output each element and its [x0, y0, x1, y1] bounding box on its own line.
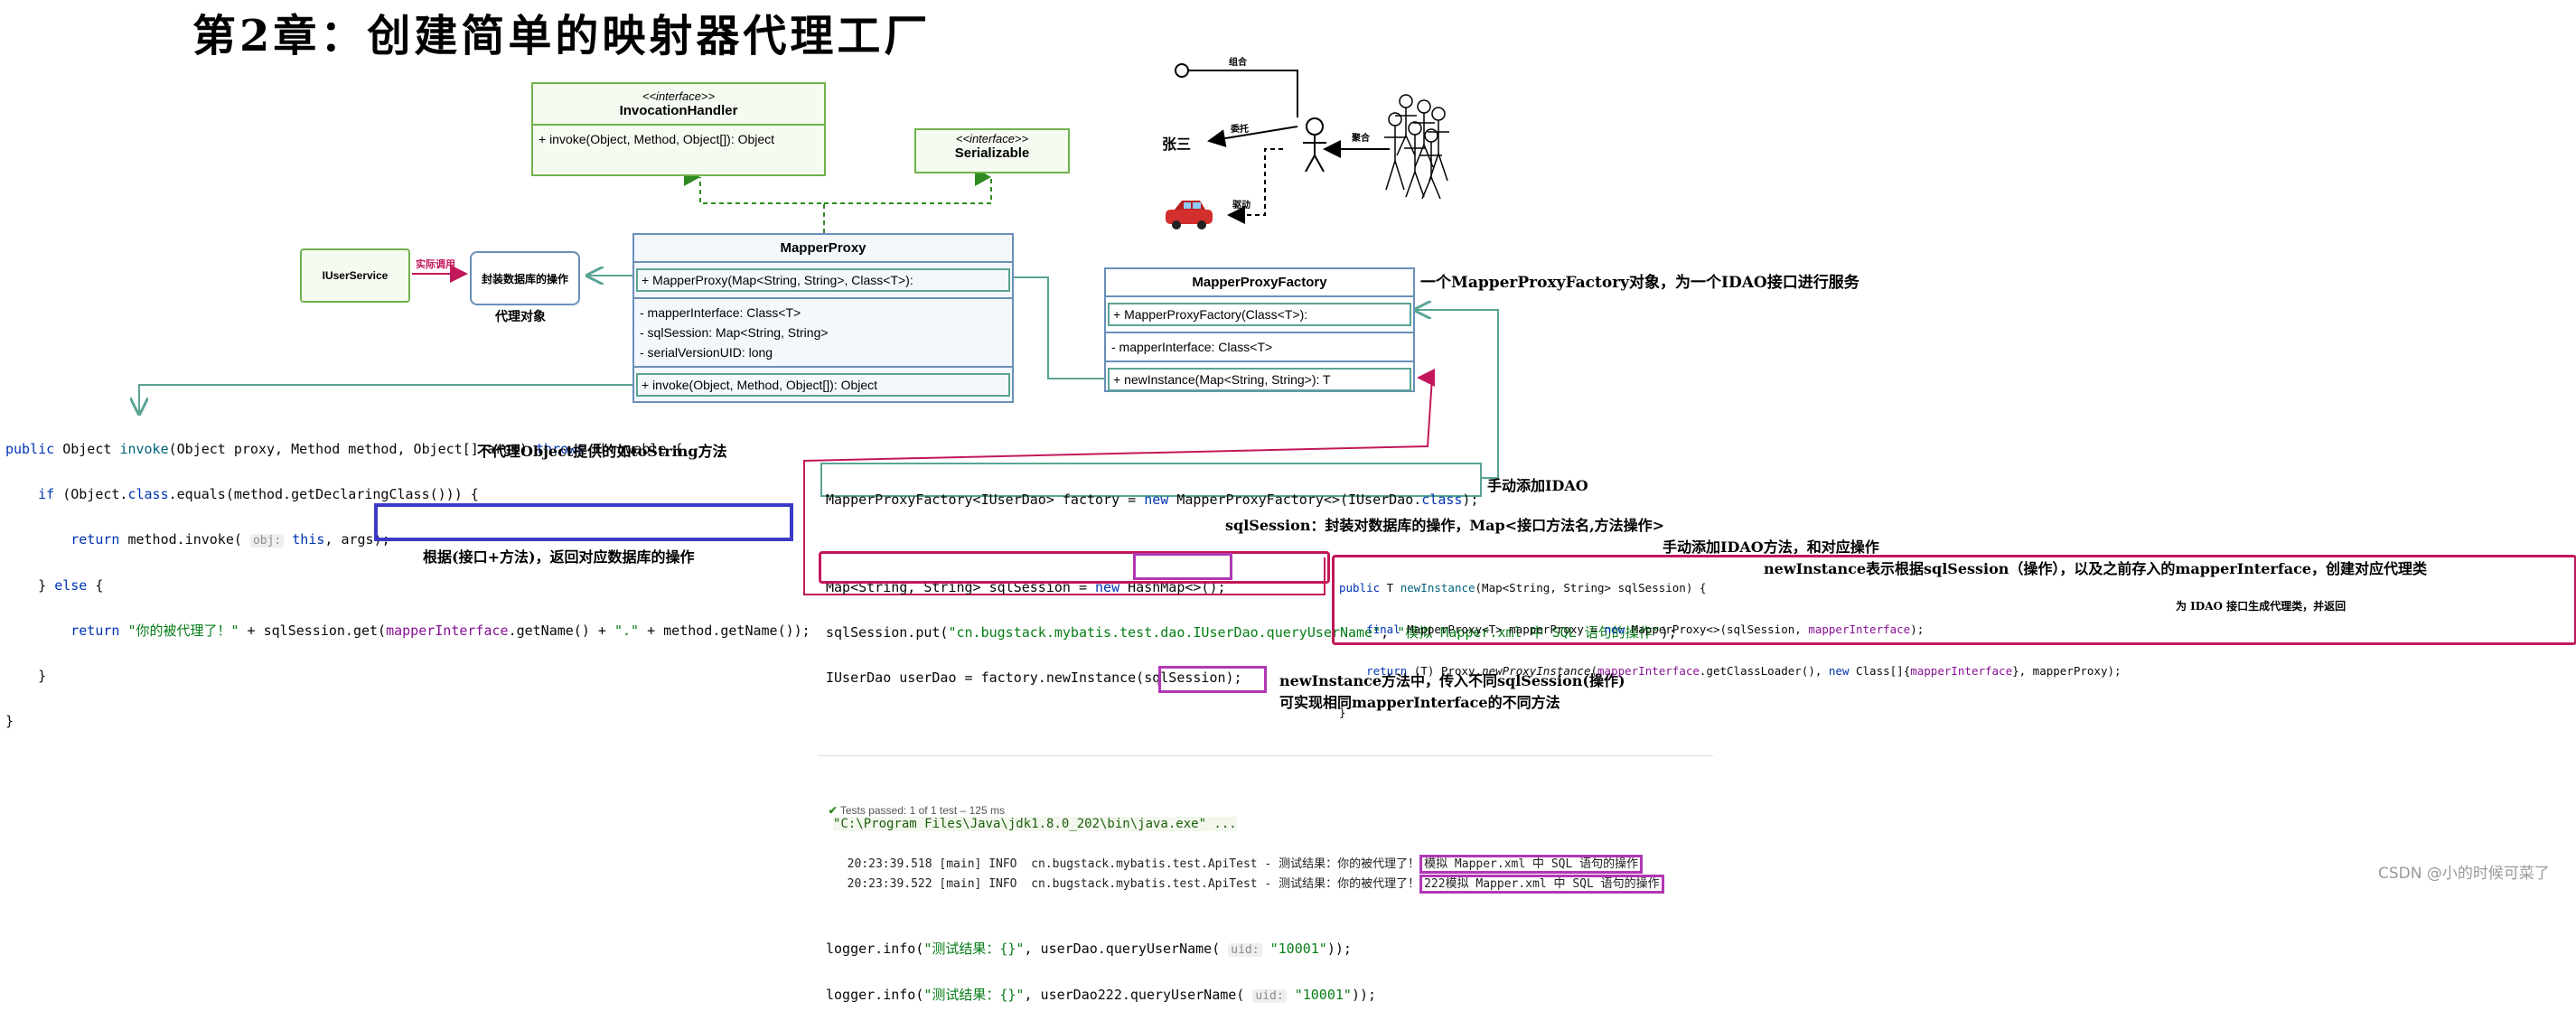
- code-line: }: [1339, 706, 1346, 719]
- java-path-text: "C:\Program Files\Java\jdk1.8.0_202\bin\…: [833, 817, 1237, 831]
- code-line: }: [5, 713, 14, 729]
- code-line: public T newInstance(Map<String, String>…: [1339, 581, 1707, 595]
- field-row: - mapperInterface: Class<T>: [640, 305, 801, 320]
- group-icon: [1384, 94, 1449, 200]
- code-line: logger.info("测试结果：{}", userDao222.queryU…: [826, 987, 1377, 1003]
- factory-desc-note: 一个MapperProxyFactory对象，为一个IDAO接口进行服务: [1420, 274, 1859, 292]
- method-row: + newInstance(Map<String, String>): T: [1108, 368, 1411, 391]
- constructor-row: + MapperProxyFactory(Class<T>):: [1108, 303, 1411, 326]
- field-row: - sqlSession: Map<String, String>: [640, 325, 829, 340]
- stereotype-label: <<interface>>: [642, 89, 716, 103]
- car-icon: [1166, 201, 1213, 229]
- manual-add-idao-note: 手动添加IDAO: [1487, 477, 1588, 494]
- check-icon: ✔: [828, 804, 838, 817]
- tests-passed-label: Tests passed: 1 of 1 test – 125 ms: [839, 804, 1005, 817]
- field-row: - mapperInterface: Class<T>: [1111, 340, 1273, 354]
- serializable-class: <<interface>> Serializable: [914, 128, 1070, 173]
- class-name: Serializable: [954, 145, 1030, 161]
- log-prefix: 20:23:39.522 [main] INFO cn.bugstack.myb…: [847, 877, 1420, 891]
- sqlsession-highlight: [1133, 553, 1232, 580]
- code-line: return "你的被代理了！" + sqlSession.get(mapper…: [70, 623, 810, 639]
- drive-label: 驱动: [1232, 201, 1251, 211]
- dao1-box: [819, 551, 1330, 584]
- combine-label: 组合: [1229, 58, 1247, 68]
- class-name: MapperProxyFactory: [1192, 275, 1327, 290]
- no-proxy-object-note: 不代理Object提供的如toString方法: [477, 443, 727, 460]
- db-ops-box: 封装数据库的操作: [470, 251, 580, 305]
- newinstance-desc-note: newInstance表示根据sqlSession（操作），以及之前存入的map…: [1764, 560, 2428, 577]
- manual-add-idao-op-note: 手动添加IDAO方法，和对应操作: [1663, 538, 1879, 556]
- sqlsession2-highlight: [1158, 666, 1267, 693]
- log-value-highlight: 222模拟 Mapper.xml 中 SQL 语句的操作: [1419, 875, 1664, 894]
- highlight-box: [374, 503, 793, 541]
- mapper-proxy-factory-class: MapperProxyFactory + MapperProxyFactory(…: [1104, 267, 1415, 392]
- zhang-san-label: 张三: [1162, 136, 1192, 153]
- iuser-service-box: IUserService: [300, 248, 410, 303]
- newinstance-code-block: public T newInstance(Map<String, String>…: [1339, 557, 2122, 744]
- method-row: + invoke(Object, Method, Object[]): Obje…: [636, 373, 1010, 397]
- invoke-code-block: public Object invoke(Object proxy, Metho…: [5, 416, 810, 755]
- return-by-interface-note: 根据(接口+方法)，返回对应数据库的操作: [423, 548, 695, 566]
- code-line: }: [5, 668, 47, 684]
- code-line: final MapperProxy<T> mapperProxy = new M…: [1366, 623, 1925, 636]
- constructor-row: + MapperProxy(Map<String, String>, Class…: [636, 268, 1010, 292]
- generate-proxy-note: 为 IDAO 接口生成代理类，并返回: [2176, 600, 2347, 613]
- delegate-label: 委托: [1231, 125, 1249, 135]
- watermark: CSDN @小的时候可菜了: [2378, 865, 2550, 883]
- class-name: MapperProxy: [780, 240, 866, 256]
- person-icon: [1303, 117, 1326, 173]
- iuser-service-label: IUserService: [322, 269, 389, 282]
- tests-passed-text: ✔ Tests passed: 1 of 1 test – 125 ms: [822, 791, 1005, 817]
- page-title: 第2章：创建简单的映射器代理工厂: [192, 11, 932, 61]
- field-row: - serialVersionUID: long: [640, 345, 773, 360]
- mapper-proxy-class: MapperProxy + MapperProxy(Map<String, St…: [632, 233, 1014, 403]
- code-line: return (T) Proxy.newProxyInstance(mapper…: [1366, 664, 2122, 678]
- actual-call-label: 实际调用: [416, 258, 455, 270]
- code-line: logger.info("测试结果：{}", userDao.queryUser…: [826, 941, 1352, 957]
- db-ops-label: 封装数据库的操作: [481, 272, 568, 286]
- sqlsession-desc-note: sqlSession：封装对数据库的操作，Map<接口方法名,方法操作>: [1225, 517, 1665, 534]
- code-line: } else {: [5, 577, 104, 594]
- class-name: InvocationHandler: [619, 103, 738, 118]
- aggregate-label: 聚合: [1352, 134, 1370, 144]
- invocation-handler-class: <<interface>> InvocationHandler + invoke(…: [531, 82, 826, 176]
- log-line-2: 20:23:39.522 [main] INFO cn.bugstack.myb…: [833, 860, 1664, 894]
- proxy-object-label: 代理对象: [495, 310, 546, 324]
- method-row: + invoke(Object, Method, Object[]): Obje…: [539, 132, 775, 146]
- stereotype-label: <<interface>>: [955, 132, 1029, 145]
